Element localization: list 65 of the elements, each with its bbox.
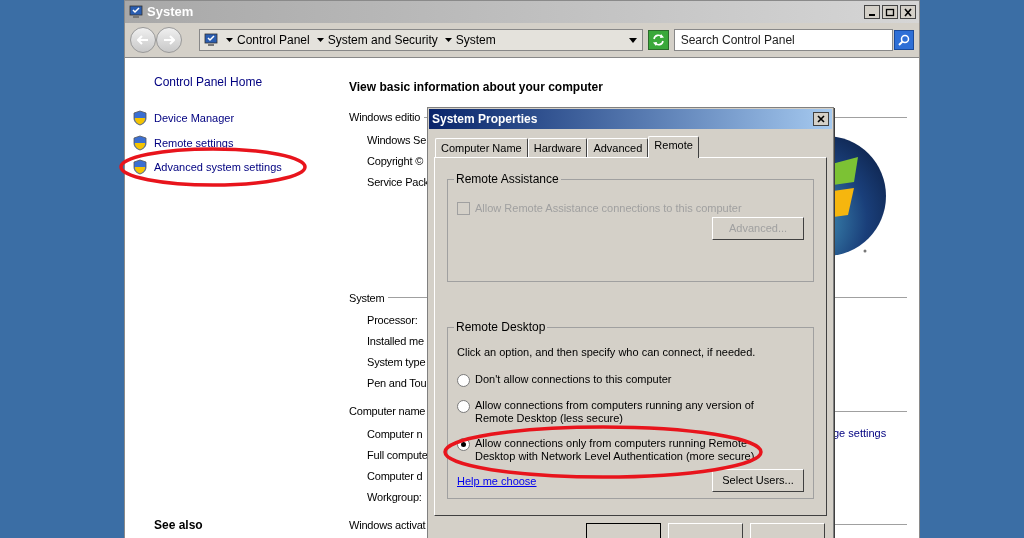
back-button[interactable]	[130, 27, 156, 53]
page-heading: View basic information about your computer	[349, 79, 604, 96]
group-title: Remote Assistance	[455, 171, 560, 188]
radio-button[interactable]	[457, 399, 470, 413]
right-arrow-icon	[163, 35, 175, 45]
search-button[interactable]	[894, 30, 914, 50]
computer-icon	[128, 4, 144, 20]
group-title: Remote Desktop	[455, 319, 547, 336]
property-label: Installed me	[367, 334, 424, 349]
tab[interactable]: Computer Name	[435, 138, 528, 157]
caret-icon[interactable]	[226, 38, 233, 42]
refresh-icon	[651, 34, 665, 46]
window-title: System	[147, 3, 194, 22]
breadcrumb[interactable]: System	[455, 31, 496, 49]
left-arrow-icon	[137, 35, 149, 45]
caret-icon[interactable]	[444, 38, 452, 42]
tab[interactable]: Remote	[648, 136, 699, 158]
address-field[interactable]: Control Panel System and Security System	[199, 29, 643, 51]
property-label: Computer n	[367, 426, 423, 442]
shield-icon	[133, 110, 147, 127]
search-icon	[898, 34, 910, 46]
caret-icon[interactable]	[316, 38, 324, 42]
caret-icon[interactable]	[628, 37, 637, 43]
computer-icon	[203, 32, 219, 48]
property-label: Copyright ©	[367, 153, 424, 169]
tab[interactable]: Hardware	[527, 138, 588, 157]
refresh-button[interactable]	[647, 30, 669, 50]
select-users-button[interactable]: Select Users...	[712, 468, 804, 492]
property-label: Computer d	[367, 468, 423, 484]
property-label: Processor:	[367, 313, 418, 328]
tab[interactable]: Advanced	[587, 138, 649, 157]
property-label: Full compute	[367, 447, 428, 463]
close-icon	[817, 115, 825, 123]
section-title: Computer name	[349, 404, 426, 419]
minimize-icon	[869, 13, 875, 16]
control-panel-home-link[interactable]: Control Panel Home	[154, 73, 341, 91]
close-button[interactable]	[813, 112, 829, 126]
close-icon	[903, 7, 913, 17]
see-also-heading: See also	[154, 517, 204, 534]
maximize-icon	[885, 7, 895, 17]
minimize-button[interactable]	[864, 5, 880, 19]
sidebar-link[interactable]: Remote settings	[154, 134, 234, 151]
radio-button[interactable]	[457, 373, 470, 387]
dialog-title: System Properties	[432, 111, 538, 128]
breadcrumb[interactable]: Control Panel	[237, 31, 310, 49]
section-title: System	[349, 290, 385, 306]
shield-icon	[133, 159, 147, 176]
radio-label: Don't allow connections to this computer	[475, 372, 673, 386]
section-title: Windows activat	[349, 517, 426, 533]
close-button[interactable]	[900, 5, 916, 19]
shield-icon	[133, 134, 147, 151]
radio-label: Allow connections from computers running any version of Remote Desktop (less secure)	[475, 398, 755, 425]
maximize-button[interactable]	[882, 5, 898, 19]
property-label: Windows Se	[367, 132, 427, 148]
help-link[interactable]: Help me choose	[457, 473, 537, 490]
search-field[interactable]: Search Control Panel	[673, 29, 894, 51]
property-label: System type	[367, 355, 426, 370]
property-label: Service Pack	[367, 174, 429, 190]
property-label: Pen and Tou	[367, 376, 427, 391]
instruction-text: Click an option, and then specify who can connect, if needed.	[457, 345, 757, 360]
property-label: Workgroup:	[367, 489, 422, 505]
forward-button[interactable]	[156, 27, 182, 53]
sidebar-link[interactable]: Device Manager	[154, 110, 235, 127]
breadcrumb[interactable]: System and Security	[327, 31, 438, 49]
section-title: Windows editio	[349, 110, 421, 125]
